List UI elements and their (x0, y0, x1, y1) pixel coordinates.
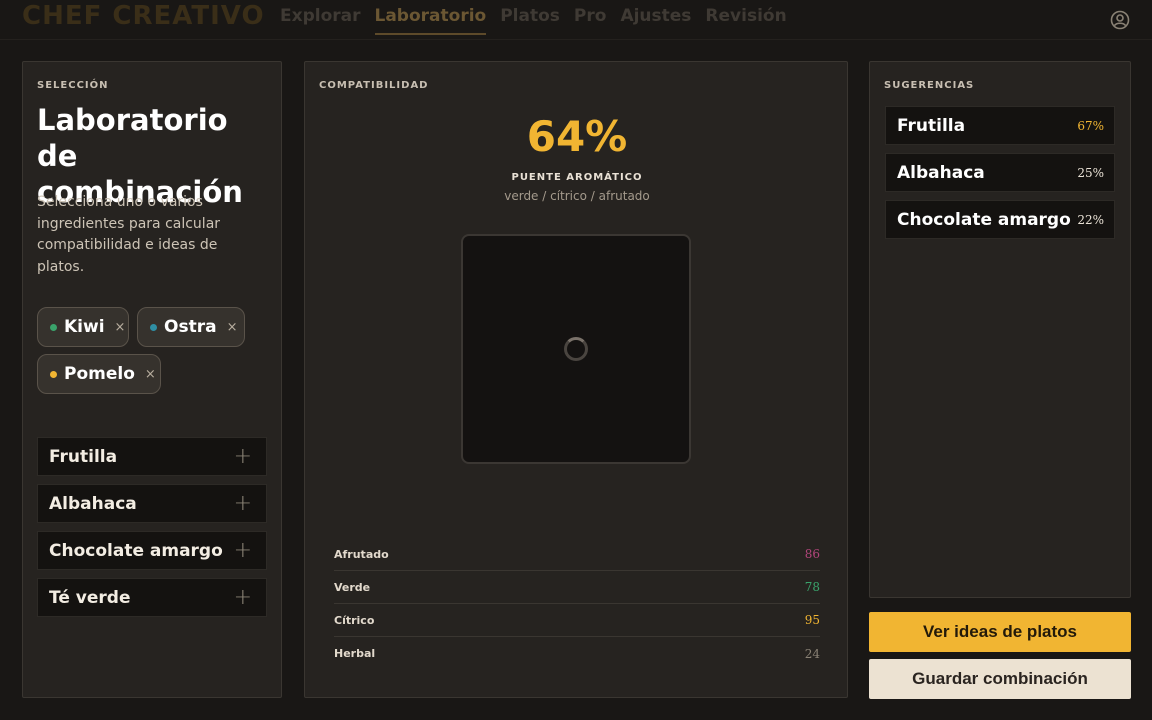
selection-panel: SELECCIÓN Laboratorio de combinación Sel… (22, 61, 282, 698)
suggestion-label: Chocolate amargo (897, 209, 1071, 230)
ostra-color-dot (150, 323, 157, 331)
suggestion-score: 25% (1077, 165, 1104, 180)
metric-label: Afrutado (334, 547, 389, 561)
metric-label: Herbal (334, 647, 376, 660)
aroma-visualization (461, 234, 691, 464)
chip-label: Kiwi (64, 317, 105, 337)
aroma-bridge-title: PUENTE AROMÁTICO (511, 172, 643, 183)
add-ingredient-albahaca[interactable]: Albahaca + (37, 484, 267, 523)
compatibility-section-label: COMPATIBILIDAD (319, 80, 429, 91)
metric-label: Cítrico (334, 613, 375, 627)
metric-row-afrutado: Afrutado 86 (334, 538, 820, 571)
user-account-icon[interactable] (1110, 10, 1130, 30)
close-icon[interactable]: × (227, 320, 238, 335)
save-combination-button[interactable]: Guardar combinación (869, 659, 1131, 699)
metric-value: 24 (804, 646, 820, 661)
close-icon[interactable]: × (115, 320, 126, 335)
suggestions-section-label: SUGERENCIAS (884, 80, 975, 91)
ingredient-label: Albahaca (49, 493, 137, 514)
chip-label: Ostra (164, 317, 217, 337)
top-bar: CHEF CREATIVO Explorar Laboratorio Plato… (0, 0, 1152, 40)
loading-spinner-icon (564, 337, 588, 361)
suggestions-panel: SUGERENCIAS Frutilla 67% Albahaca 25% Ch… (869, 61, 1131, 598)
plus-icon[interactable]: + (234, 585, 252, 610)
suggestion-frutilla[interactable]: Frutilla 67% (885, 106, 1115, 145)
suggestion-label: Albahaca (897, 162, 985, 183)
chip-kiwi[interactable]: Kiwi × (37, 307, 129, 347)
suggestion-chocolate-amargo[interactable]: Chocolate amargo 22% (885, 200, 1115, 239)
ingredient-label: Té verde (49, 587, 131, 608)
chip-label: Pomelo (64, 364, 135, 384)
aroma-bridge-subtitle: verde / cítrico / afrutado (504, 189, 650, 203)
metric-value: 86 (804, 547, 820, 561)
suggestion-score: 67% (1077, 118, 1104, 133)
add-ingredient-chocolate-amargo[interactable]: Chocolate amargo + (37, 531, 267, 570)
nav-revision[interactable]: Revisión (705, 0, 786, 36)
ingredient-label: Chocolate amargo (49, 540, 223, 561)
compatibility-percent: 64% (526, 112, 628, 161)
plus-icon[interactable]: + (234, 444, 252, 469)
suggestion-score: 22% (1077, 212, 1104, 227)
add-ingredient-te-verde[interactable]: Té verde + (37, 578, 267, 617)
chip-pomelo[interactable]: Pomelo × (37, 354, 161, 394)
view-dish-ideas-button[interactable]: Ver ideas de platos (869, 612, 1131, 652)
main-nav: Explorar Laboratorio Platos Pro Ajustes … (280, 0, 801, 40)
plus-icon[interactable]: + (234, 538, 252, 563)
chip-ostra[interactable]: Ostra × (137, 307, 245, 347)
metric-value: 78 (804, 580, 820, 594)
plus-icon[interactable]: + (234, 491, 252, 516)
selection-description: Selecciona uno o varios ingredientes par… (37, 194, 221, 275)
metric-row-citrico: Cítrico 95 (334, 604, 820, 637)
nav-explorar[interactable]: Explorar (280, 0, 361, 36)
compatibility-panel: COMPATIBILIDAD 64% PUENTE AROMÁTICO verd… (304, 61, 848, 698)
add-ingredient-frutilla[interactable]: Frutilla + (37, 437, 267, 476)
metric-value: 95 (804, 613, 820, 627)
nav-pro[interactable]: Pro (574, 0, 607, 36)
nav-platos[interactable]: Platos (500, 0, 560, 36)
nav-ajustes[interactable]: Ajustes (620, 0, 691, 36)
metric-row-verde: Verde 78 (334, 571, 820, 604)
kiwi-color-dot (50, 323, 57, 331)
selection-section-label: SELECCIÓN (37, 80, 109, 91)
pomelo-color-dot (50, 370, 57, 378)
suggestion-albahaca[interactable]: Albahaca 25% (885, 153, 1115, 192)
close-icon[interactable]: × (145, 367, 156, 382)
metric-row-herbal: Herbal 24 (334, 637, 820, 670)
nav-laboratorio[interactable]: Laboratorio (374, 0, 486, 36)
brand-logo[interactable]: CHEF CREATIVO (22, 0, 265, 32)
metric-label: Verde (334, 580, 371, 594)
ingredient-label: Frutilla (49, 446, 118, 467)
suggestion-label: Frutilla (897, 115, 966, 136)
